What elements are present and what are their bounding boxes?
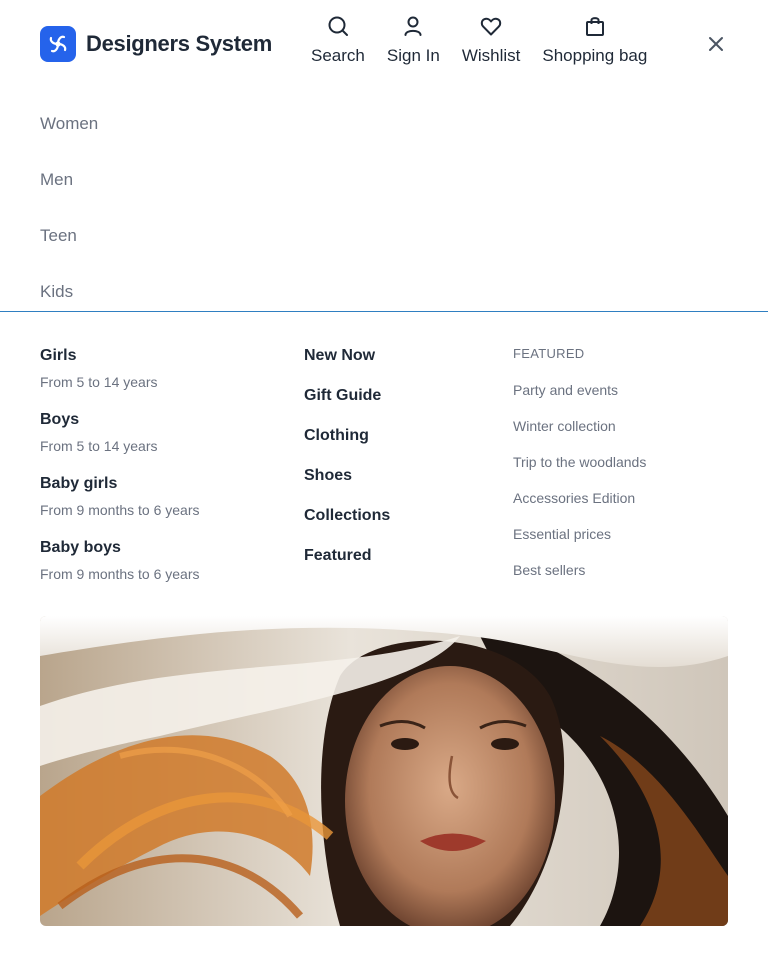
sign-in-label: Sign In [386, 46, 440, 65]
bag-icon [585, 17, 604, 36]
user-icon [404, 16, 422, 36]
close-icon [709, 37, 723, 51]
close-button[interactable] [704, 32, 728, 56]
age-group-subtitle: From 9 months to 6 years [40, 566, 200, 582]
header: Designers System Search Sign In Wishlist… [0, 0, 768, 88]
age-group-girls[interactable]: Girls From 5 to 14 years [40, 344, 280, 408]
age-group-subtitle: From 5 to 14 years [40, 438, 158, 454]
search-button[interactable]: Search [300, 14, 376, 66]
active-menu-divider [0, 311, 768, 312]
menu-item-men[interactable]: Men [40, 160, 98, 216]
category-clothing[interactable]: Clothing [304, 424, 484, 464]
search-icon [328, 16, 348, 36]
age-group-subtitle: From 9 months to 6 years [40, 502, 200, 518]
menu-item-teen[interactable]: Teen [40, 216, 98, 272]
category-list: New Now Gift Guide Clothing Shoes Collec… [304, 344, 484, 584]
category-new-now[interactable]: New Now [304, 344, 484, 384]
main-menu: Women Men Teen Kids [40, 104, 98, 328]
age-group-title: Baby girls [40, 475, 118, 492]
sign-in-button[interactable]: Sign In [376, 14, 451, 66]
age-group-title: Baby boys [40, 539, 121, 556]
featured-item-best-sellers[interactable]: Best sellers [513, 560, 733, 596]
brand-name: Designers System [86, 31, 272, 56]
featured-item-essential[interactable]: Essential prices [513, 524, 733, 560]
category-gift-guide[interactable]: Gift Guide [304, 384, 484, 424]
featured-item-woodlands[interactable]: Trip to the woodlands [513, 452, 733, 488]
category-featured[interactable]: Featured [304, 544, 484, 584]
header-actions: Search Sign In Wishlist Shopping bag [300, 14, 658, 66]
shopping-bag-button[interactable]: Shopping bag [531, 14, 658, 66]
hero-image[interactable] [40, 616, 728, 926]
menu-item-women[interactable]: Women [40, 104, 98, 160]
shopping-bag-label: Shopping bag [542, 46, 648, 65]
age-group-boys[interactable]: Boys From 5 to 14 years [40, 408, 280, 472]
age-group-list: Girls From 5 to 14 years Boys From 5 to … [40, 344, 280, 600]
featured-item-winter[interactable]: Winter collection [513, 416, 733, 452]
featured-list: FEATURED Party and events Winter collect… [513, 344, 733, 596]
featured-item-accessories[interactable]: Accessories Edition [513, 488, 733, 524]
age-group-baby-boys[interactable]: Baby boys From 9 months to 6 years [40, 536, 280, 600]
wishlist-label: Wishlist [461, 46, 521, 65]
featured-item-party[interactable]: Party and events [513, 380, 733, 416]
search-label: Search [311, 46, 365, 65]
age-group-title: Girls [40, 347, 77, 364]
category-shoes[interactable]: Shoes [304, 464, 484, 504]
age-group-title: Boys [40, 411, 80, 428]
heart-icon [480, 17, 502, 36]
age-group-subtitle: From 5 to 14 years [40, 374, 158, 390]
menu-item-kids[interactable]: Kids [40, 272, 98, 328]
age-group-baby-girls[interactable]: Baby girls From 9 months to 6 years [40, 472, 280, 536]
logo-icon [40, 26, 76, 62]
category-collections[interactable]: Collections [304, 504, 484, 544]
brand-logo[interactable]: Designers System [40, 26, 272, 62]
wishlist-button[interactable]: Wishlist [451, 14, 532, 66]
featured-heading: FEATURED [513, 346, 585, 361]
